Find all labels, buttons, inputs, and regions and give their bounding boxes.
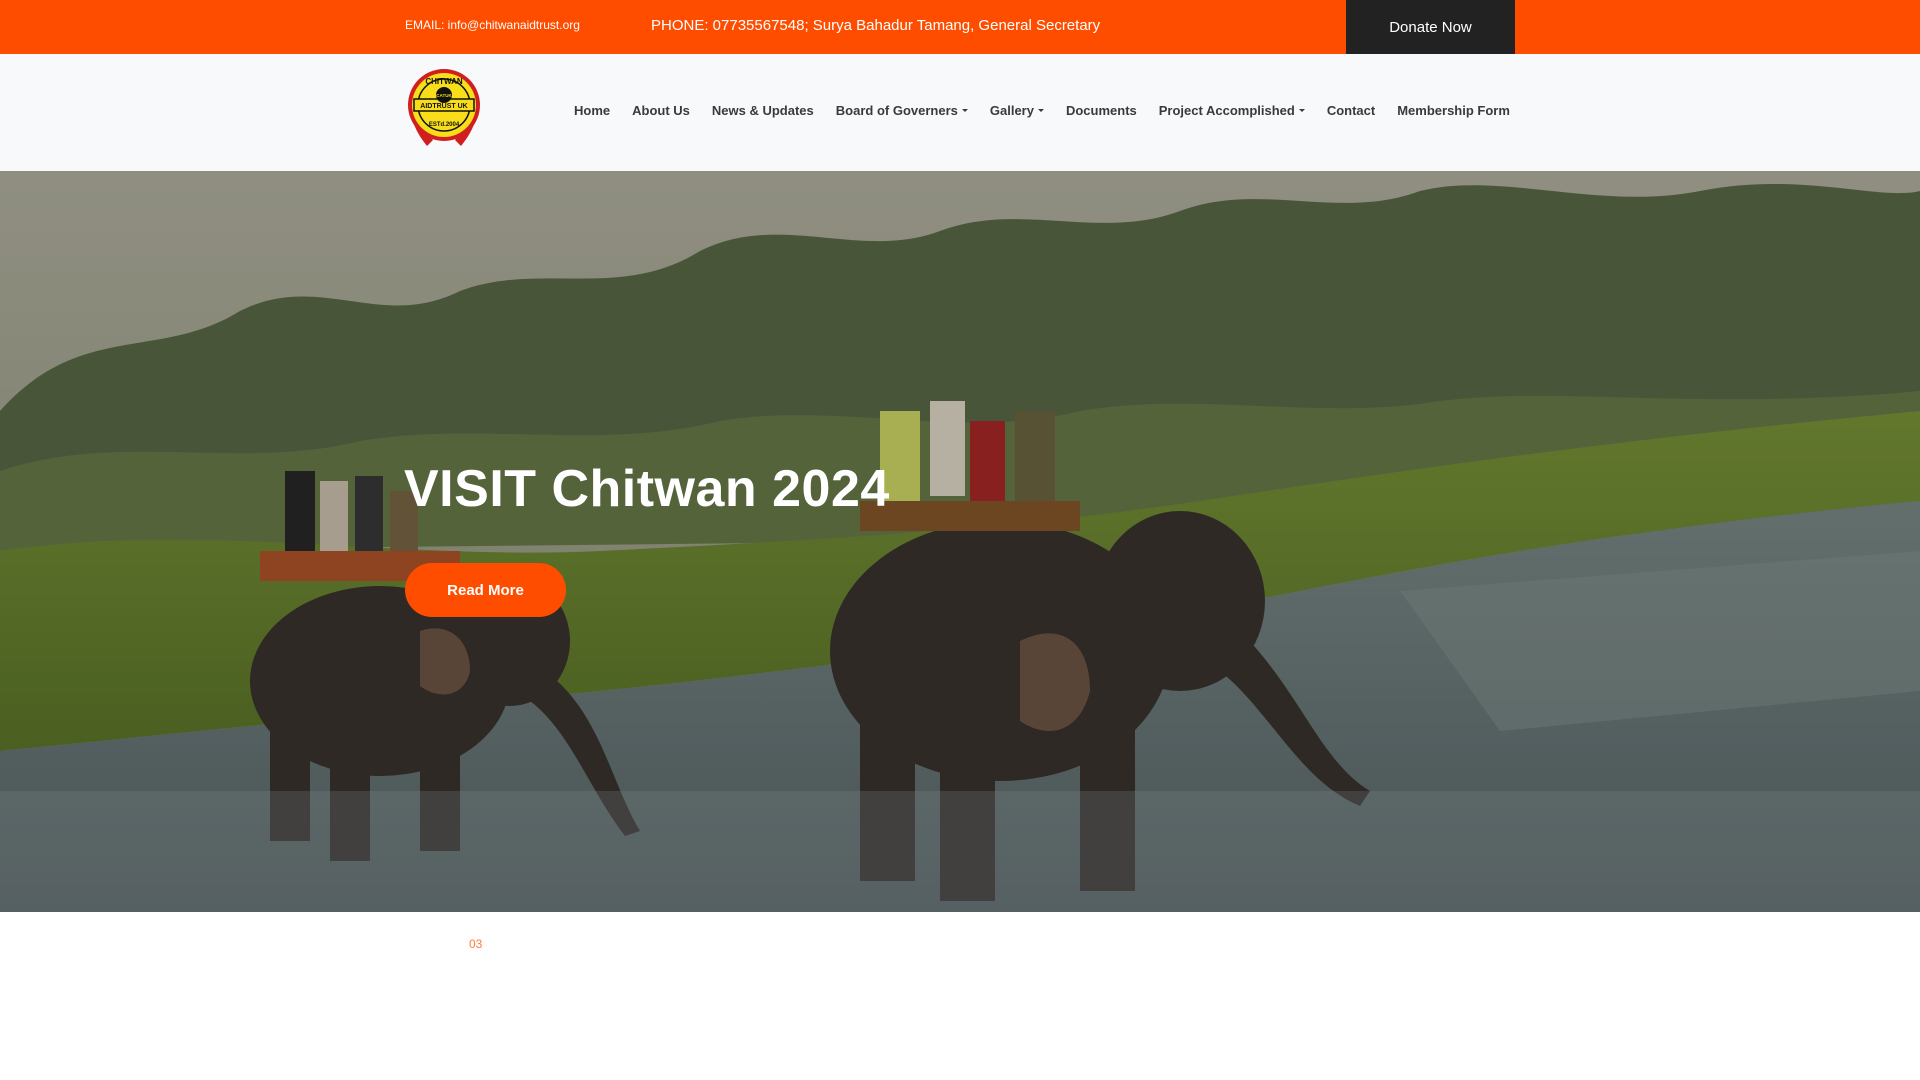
nav-item-home[interactable]: Home — [563, 103, 621, 118]
logo-top-text: CHITWAN — [425, 77, 463, 86]
nav-item-gallery[interactable]: Gallery — [979, 103, 1055, 118]
nav-item-label: News & Updates — [711, 103, 814, 118]
nav-item-documents[interactable]: Documents — [1055, 103, 1148, 118]
nav-item-label: Membership Form — [1397, 103, 1510, 118]
nav-item-label: Contact — [1326, 103, 1376, 118]
nav-item-label: Gallery — [989, 103, 1034, 118]
nav-item-project-accomplished[interactable]: Project Accomplished — [1148, 103, 1316, 118]
slide-counter: 03 — [469, 937, 483, 951]
hero-slider: VISIT Chitwan 2024 Read More — [0, 171, 1920, 912]
nav-item-board-of-governers[interactable]: Board of Governers — [825, 103, 979, 118]
nav-item-membership-form[interactable]: Membership Form — [1386, 103, 1521, 118]
site-logo[interactable]: CHITWAN CATUK AIDTRUST UK ESTd.2004 — [405, 66, 483, 148]
nav-item-label: About Us — [632, 103, 690, 118]
nav-item-contact[interactable]: Contact — [1316, 103, 1386, 118]
primary-nav: Home About Us News & Updates Board of Go… — [563, 103, 1521, 118]
logo-middle-text: CATUK — [436, 93, 452, 98]
nav-item-label: Project Accomplished — [1158, 103, 1295, 118]
contact-phone: PHONE: 07735567548; Surya Bahadur Tamang… — [651, 17, 1101, 34]
read-more-button[interactable]: Read More — [405, 563, 566, 617]
nav-item-label: Documents — [1065, 103, 1137, 118]
caret-down-icon — [1037, 109, 1044, 112]
top-bar: EMAIL: info@chitwanaidtrust.org PHONE: 0… — [0, 0, 1920, 54]
nav-item-label: Home — [574, 103, 611, 118]
nav-item-about-us[interactable]: About Us — [621, 103, 701, 118]
hero-title: VISIT Chitwan 2024 — [404, 460, 890, 518]
caret-down-icon — [1298, 109, 1305, 112]
logo-emblem-icon: CHITWAN CATUK AIDTRUST UK ESTd.2004 — [408, 69, 480, 146]
logo-bottom-text: ESTd.2004 — [429, 122, 460, 128]
contact-email[interactable]: EMAIL: info@chitwanaidtrust.org — [405, 18, 580, 32]
donate-button[interactable]: Donate Now — [1346, 0, 1515, 54]
main-navbar: CHITWAN CATUK AIDTRUST UK ESTd.2004 Home… — [0, 54, 1920, 171]
hero-overlay — [0, 171, 1920, 912]
logo-band-text: AIDTRUST UK — [420, 103, 467, 110]
nav-item-label: Board of Governers — [835, 103, 958, 118]
nav-item-news-updates[interactable]: News & Updates — [701, 103, 825, 118]
caret-down-icon — [961, 109, 968, 112]
